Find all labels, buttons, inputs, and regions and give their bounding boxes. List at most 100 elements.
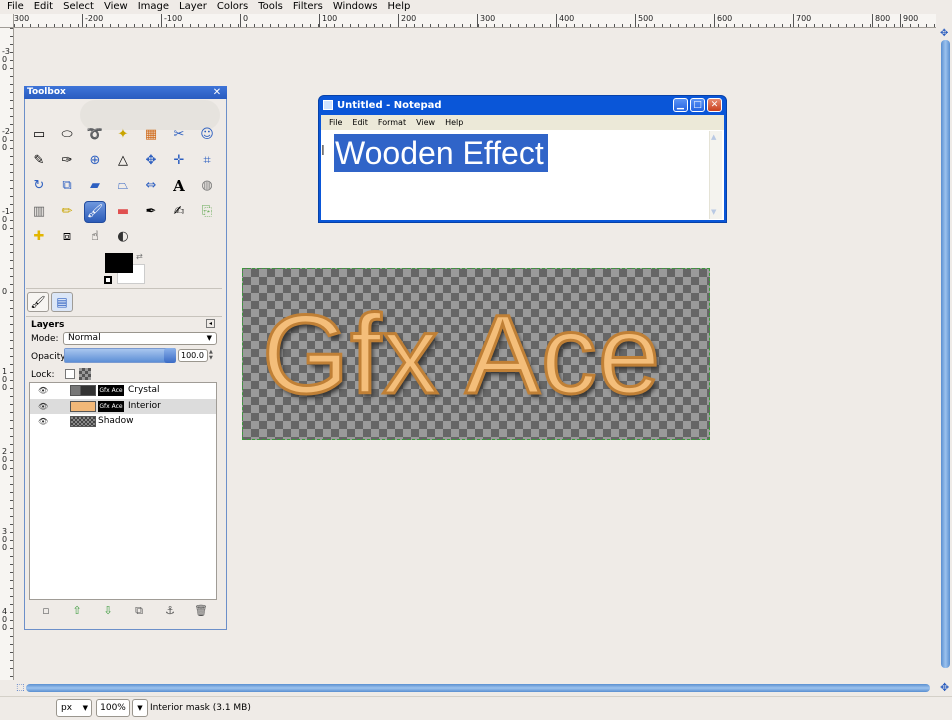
vertical-scroll-thumb[interactable] <box>941 40 950 668</box>
zoom-icon[interactable]: ⊕ <box>84 150 106 172</box>
ruler-minor-tick <box>10 140 13 141</box>
menu-image[interactable]: Image <box>133 0 174 14</box>
paintbrush-icon[interactable]: 🖌 <box>84 200 106 223</box>
ruler-minor-tick <box>158 24 159 27</box>
notepad-menu-file[interactable]: File <box>324 115 347 130</box>
ruler-corner[interactable] <box>0 14 14 28</box>
default-colors-icon[interactable] <box>104 276 112 284</box>
layer-row[interactable]: 👁 Gfx Ace Crystal <box>30 383 216 398</box>
lower-layer-icon[interactable]: ⇩ <box>101 604 115 618</box>
anchor-layer-icon[interactable]: ⚓ <box>163 604 177 618</box>
new-layer-icon[interactable]: ▫ <box>39 604 53 618</box>
eye-icon[interactable]: 👁 <box>38 399 48 414</box>
duplicate-layer-icon[interactable]: ⧉ <box>132 604 146 618</box>
menu-help[interactable]: Help <box>383 0 416 14</box>
lasso-icon[interactable]: ➰ <box>84 124 106 146</box>
layer-row[interactable]: 👁 Gfx Ace Interior <box>30 398 216 414</box>
menu-colors[interactable]: Colors <box>212 0 253 14</box>
dodge-burn-icon[interactable]: ◐ <box>112 226 134 248</box>
clone-icon[interactable]: ⎘ <box>196 201 218 223</box>
zoom-field[interactable]: 100% <box>96 699 130 717</box>
menu-select[interactable]: Select <box>58 0 99 14</box>
fuzzy-select-icon[interactable]: ✦ <box>112 124 134 146</box>
smudge-icon[interactable]: ☝ <box>84 226 106 248</box>
paths-icon[interactable]: ✎ <box>28 150 50 172</box>
crop-icon[interactable]: ⌗ <box>196 150 218 172</box>
opacity-field[interactable]: 100.0 <box>178 349 208 362</box>
ruler-minor-tick <box>10 60 13 61</box>
perspective-clone-icon[interactable]: ⧈ <box>56 226 78 248</box>
eraser-icon[interactable]: ▬ <box>112 201 134 223</box>
menu-windows[interactable]: Windows <box>328 0 383 14</box>
ruler-minor-tick <box>454 24 455 27</box>
blend-icon[interactable]: ▥ <box>28 201 50 223</box>
close-button[interactable]: ✕ <box>707 98 722 112</box>
layers-tab[interactable]: ▤ <box>51 292 73 312</box>
eye-icon[interactable]: 👁 <box>38 383 48 398</box>
notepad-menu-format[interactable]: Format <box>373 115 411 130</box>
quick-mask-icon[interactable]: ⬚ <box>16 683 26 693</box>
ruler-minor-tick <box>10 28 13 29</box>
close-icon[interactable]: ✕ <box>211 87 223 98</box>
notepad-menu-view[interactable]: View <box>411 115 440 130</box>
opacity-handle[interactable] <box>164 348 176 363</box>
pencil-icon[interactable]: ✏ <box>56 201 78 223</box>
ruler-minor-tick <box>662 24 663 27</box>
menu-view[interactable]: View <box>99 0 133 14</box>
scale-icon[interactable]: ⧉ <box>56 175 78 197</box>
zoom-dropdown-button[interactable]: ▼ <box>132 699 148 717</box>
menu-file[interactable]: File <box>2 0 29 14</box>
menu-tools[interactable]: Tools <box>253 0 288 14</box>
tool-options-tab[interactable]: 🖌 <box>27 292 49 312</box>
notepad-selected-text[interactable]: Wooden Effect <box>334 134 548 172</box>
select-by-color-icon[interactable]: ▦ <box>140 124 162 146</box>
scissors-icon[interactable]: ✂ <box>168 124 190 146</box>
airbrush-icon[interactable]: ✒ <box>140 201 162 223</box>
layer-row[interactable]: 👁 Shadow <box>30 414 216 429</box>
ruler-minor-tick <box>198 24 199 27</box>
notepad-menu-edit[interactable]: Edit <box>347 115 373 130</box>
zoom-nav-icon[interactable]: ✥ <box>940 29 950 39</box>
flip-icon[interactable]: ⇔ <box>140 175 162 197</box>
opacity-slider[interactable] <box>64 348 176 363</box>
maximize-button[interactable]: □ <box>690 98 705 112</box>
horizontal-scroll-thumb[interactable] <box>26 684 930 692</box>
minimize-icon: ▁ <box>677 100 684 110</box>
menu-filters[interactable]: Filters <box>288 0 328 14</box>
align-icon[interactable]: ✛ <box>168 150 190 172</box>
layer-mask-thumbnail[interactable]: Gfx Ace <box>98 385 124 396</box>
layer-mask-thumbnail[interactable]: Gfx Ace <box>98 400 124 412</box>
text-icon[interactable]: A <box>168 175 190 197</box>
foreground-color-swatch[interactable] <box>105 253 133 273</box>
notepad-menu-help[interactable]: Help <box>440 115 468 130</box>
scroll-down-icon[interactable]: ▼ <box>711 208 716 216</box>
raise-layer-icon[interactable]: ⇧ <box>70 604 84 618</box>
opacity-spinner[interactable]: ▲ ▼ <box>209 349 217 362</box>
eye-icon[interactable]: 👁 <box>38 414 48 429</box>
foreground-select-icon[interactable]: ☺ <box>196 124 218 146</box>
shear-icon[interactable]: ▰ <box>84 175 106 197</box>
move-icon[interactable]: ✥ <box>140 150 162 172</box>
ellipse-select-icon[interactable]: ⬭ <box>56 124 78 146</box>
heal-icon[interactable]: ✚ <box>28 226 50 248</box>
swap-colors-icon[interactable]: ⇄ <box>136 252 143 261</box>
ink-icon[interactable]: ✍ <box>168 201 190 223</box>
rotate-icon[interactable]: ↻ <box>28 175 50 197</box>
delete-layer-icon[interactable]: 🗑 <box>194 604 208 618</box>
minimize-button[interactable]: ▁ <box>673 98 688 112</box>
scroll-up-icon[interactable]: ▲ <box>711 133 716 141</box>
bucket-fill-icon[interactable]: ◍ <box>196 175 218 197</box>
navigate-icon[interactable]: ✥ <box>940 682 952 694</box>
perspective-icon[interactable]: ⏢ <box>112 175 134 197</box>
menu-layer[interactable]: Layer <box>174 0 212 14</box>
color-picker-icon[interactable]: ✑ <box>56 150 78 172</box>
menu-edit[interactable]: Edit <box>29 0 58 14</box>
measure-icon[interactable]: △ <box>112 150 134 172</box>
ruler-tick <box>900 14 901 27</box>
rect-select-icon[interactable]: ▭ <box>28 124 50 146</box>
unit-selector[interactable]: px ▼ <box>56 699 92 717</box>
notepad-scrollbar[interactable] <box>709 131 722 219</box>
panel-menu-icon[interactable]: ◂ <box>206 319 215 328</box>
mode-dropdown[interactable]: Normal ▼ <box>63 332 217 345</box>
lock-alpha-checkbox[interactable] <box>65 369 75 379</box>
